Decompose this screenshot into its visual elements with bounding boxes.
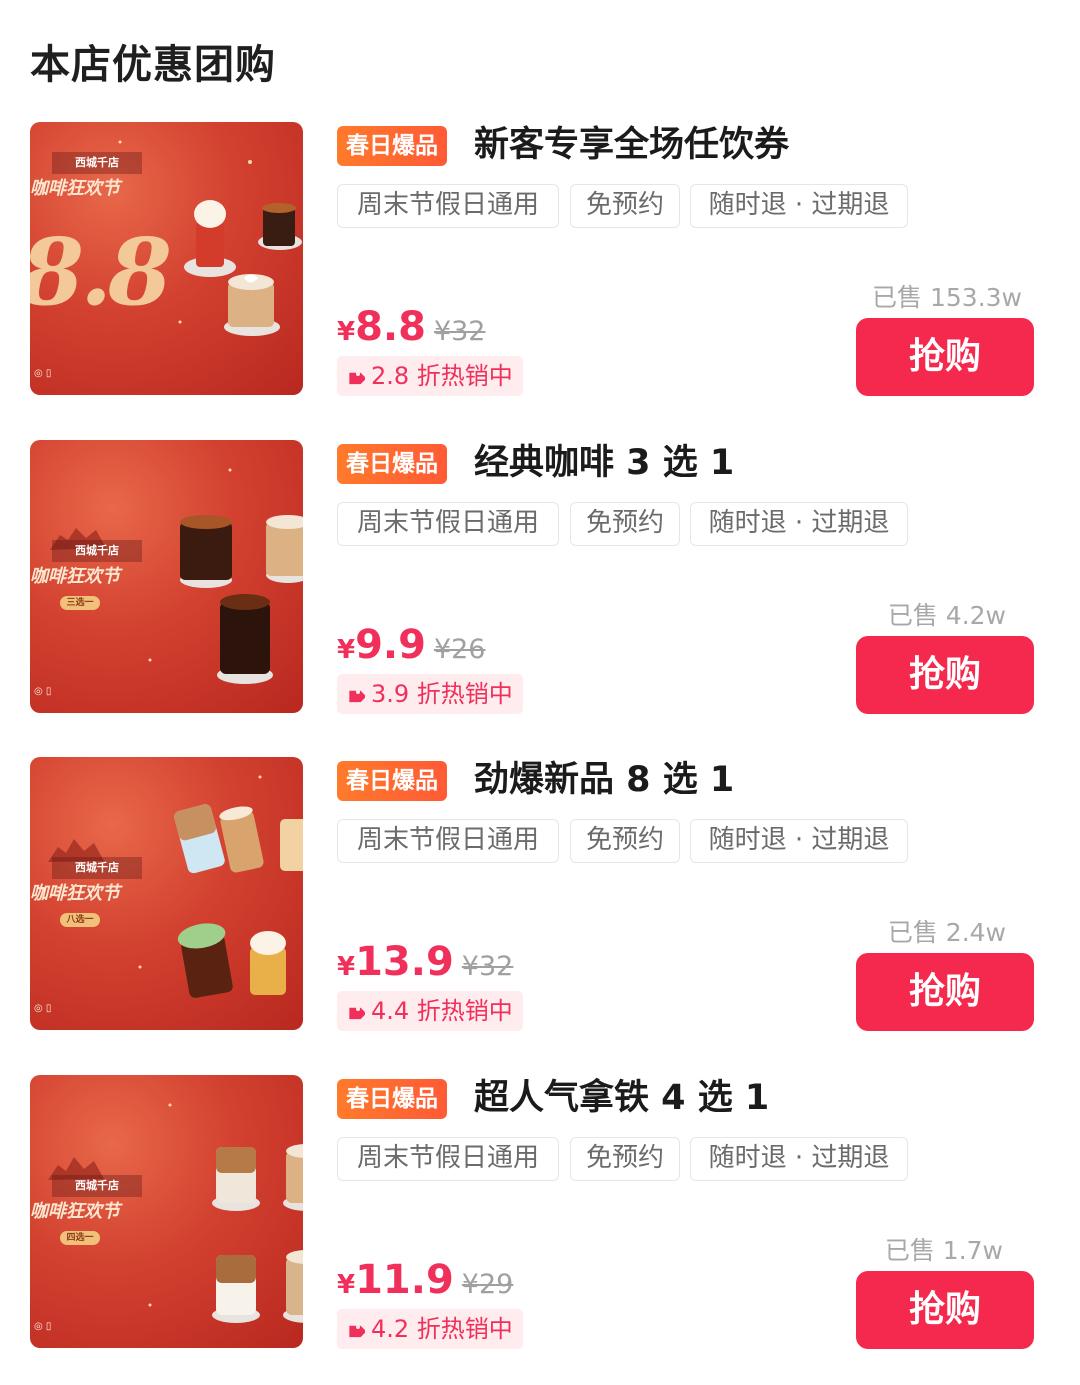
- discount-badge: 2.8 折热销中: [337, 356, 523, 396]
- buy-button[interactable]: 抢购: [856, 1271, 1034, 1349]
- deal-title[interactable]: 超人气拿铁 4 选 1: [474, 1075, 769, 1121]
- current-price: 9.9: [355, 622, 426, 668]
- price-block: ¥8.8 ¥32: [337, 304, 486, 354]
- deal-title[interactable]: 经典咖啡 3 选 1: [474, 440, 734, 486]
- thumb-choice-pill: 八选一: [60, 913, 100, 927]
- deal-title[interactable]: 新客专享全场任饮券: [474, 122, 789, 168]
- thumb-city-label: 西城千店: [52, 1175, 142, 1197]
- discount-badge: 3.9 折热销中: [337, 674, 523, 714]
- deal-thumbnail[interactable]: 西城千店 咖啡狂欢节 四选一 ◎ ▯: [30, 1075, 303, 1348]
- original-price: ¥32: [433, 316, 486, 347]
- thumb-festival-label: 咖啡狂欢节: [30, 178, 120, 199]
- brand-logo-icon: ◎ ▯: [34, 368, 52, 379]
- original-price: ¥29: [461, 1269, 514, 1300]
- current-price: 8.8: [355, 304, 426, 350]
- tag-no-reservation: 免预约: [570, 819, 680, 863]
- brand-logo-icon: ◎ ▯: [34, 686, 52, 697]
- brand-logo-icon: ◎ ▯: [34, 1321, 52, 1332]
- brand-logo-icon: ◎ ▯: [34, 1003, 52, 1014]
- discount-text: 4.2 折热销中: [371, 1315, 513, 1343]
- price-tag-icon: [349, 372, 365, 385]
- tag-weekend-holiday: 周末节假日通用: [337, 502, 559, 546]
- tag-no-reservation: 免预约: [570, 502, 680, 546]
- price-tag-icon: [349, 690, 365, 703]
- currency-symbol: ¥: [337, 317, 356, 347]
- currency-symbol: ¥: [337, 635, 356, 665]
- spring-hot-badge: 春日爆品: [337, 1079, 447, 1119]
- discount-badge: 4.4 折热销中: [337, 991, 523, 1031]
- spring-hot-badge: 春日爆品: [337, 761, 447, 801]
- thumb-price-graphic: 8.8: [30, 218, 172, 326]
- tag-weekend-holiday: 周末节假日通用: [337, 819, 559, 863]
- current-price: 11.9: [355, 1257, 454, 1303]
- currency-symbol: ¥: [337, 1270, 356, 1300]
- tag-no-reservation: 免预约: [570, 1137, 680, 1181]
- discount-text: 2.8 折热销中: [371, 362, 513, 390]
- deal-thumbnail[interactable]: 西城千店 咖啡狂欢节 三选一 ◎ ▯: [30, 440, 303, 713]
- tag-weekend-holiday: 周末节假日通用: [337, 184, 559, 228]
- deal-card[interactable]: 西城千店 咖啡狂欢节 四选一 ◎ ▯ 春日爆品 超人气拿铁 4 选 1 周末节假…: [0, 1075, 1080, 1355]
- thumb-choice-pill: 四选一: [60, 1231, 100, 1245]
- buy-button[interactable]: 抢购: [856, 636, 1034, 714]
- sold-count: 已售 4.2w: [887, 601, 1006, 630]
- deal-title[interactable]: 劲爆新品 8 选 1: [474, 757, 734, 803]
- thumb-city-label: 西城千店: [52, 857, 142, 879]
- sold-count: 已售 2.4w: [887, 918, 1006, 947]
- price-block: ¥11.9 ¥29: [337, 1257, 513, 1307]
- section-title: 本店优惠团购: [30, 42, 276, 88]
- thumb-city-label: 西城千店: [52, 152, 142, 174]
- price-tag-icon: [349, 1007, 365, 1020]
- tag-refund-anytime: 随时退 · 过期退: [690, 1137, 908, 1181]
- discount-text: 3.9 折热销中: [371, 680, 513, 708]
- deal-card[interactable]: 西城千店 咖啡狂欢节 三选一 ◎ ▯ 春日爆品 经典咖啡 3 选 1 周末节假日…: [0, 440, 1080, 720]
- deal-card[interactable]: 西城千店 咖啡狂欢节 八选一 ◎ ▯ 春日爆品 劲爆新品 8 选 1 周末节假日…: [0, 757, 1080, 1037]
- deal-thumbnail[interactable]: 西城千店 咖啡狂欢节 八选一 ◎ ▯: [30, 757, 303, 1030]
- tag-no-reservation: 免预约: [570, 184, 680, 228]
- original-price: ¥32: [461, 951, 514, 982]
- deal-card[interactable]: 西城千店 咖啡狂欢节 8.8 ◎ ▯ 春日爆品 新客专享全场任饮券 周末节假日通…: [0, 122, 1080, 402]
- tag-refund-anytime: 随时退 · 过期退: [690, 184, 908, 228]
- spring-hot-badge: 春日爆品: [337, 126, 447, 166]
- discount-badge: 4.2 折热销中: [337, 1309, 523, 1349]
- deal-thumbnail[interactable]: 西城千店 咖啡狂欢节 8.8 ◎ ▯: [30, 122, 303, 395]
- thumb-choice-pill: 三选一: [60, 596, 100, 610]
- tag-refund-anytime: 随时退 · 过期退: [690, 819, 908, 863]
- current-price: 13.9: [355, 939, 454, 985]
- sold-count: 已售 1.7w: [884, 1236, 1003, 1265]
- sold-count: 已售 153.3w: [872, 283, 1022, 312]
- tag-refund-anytime: 随时退 · 过期退: [690, 502, 908, 546]
- original-price: ¥26: [433, 634, 486, 665]
- discount-text: 4.4 折热销中: [371, 997, 513, 1025]
- thumb-festival-label: 咖啡狂欢节: [30, 1201, 120, 1222]
- price-tag-icon: [349, 1325, 365, 1338]
- group-deals-page: 本店优惠团购 西城千店 咖啡狂欢节 8.8 ◎ ▯ 春日爆品 新客专享全场任饮券…: [0, 0, 1080, 1385]
- price-block: ¥13.9 ¥32: [337, 939, 513, 989]
- spring-hot-badge: 春日爆品: [337, 444, 447, 484]
- thumb-festival-label: 咖啡狂欢节: [30, 566, 120, 587]
- buy-button[interactable]: 抢购: [856, 953, 1034, 1031]
- price-block: ¥9.9 ¥26: [337, 622, 486, 672]
- tag-weekend-holiday: 周末节假日通用: [337, 1137, 559, 1181]
- thumb-festival-label: 咖啡狂欢节: [30, 883, 120, 904]
- thumb-city-label: 西城千店: [52, 540, 142, 562]
- buy-button[interactable]: 抢购: [856, 318, 1034, 396]
- currency-symbol: ¥: [337, 952, 356, 982]
